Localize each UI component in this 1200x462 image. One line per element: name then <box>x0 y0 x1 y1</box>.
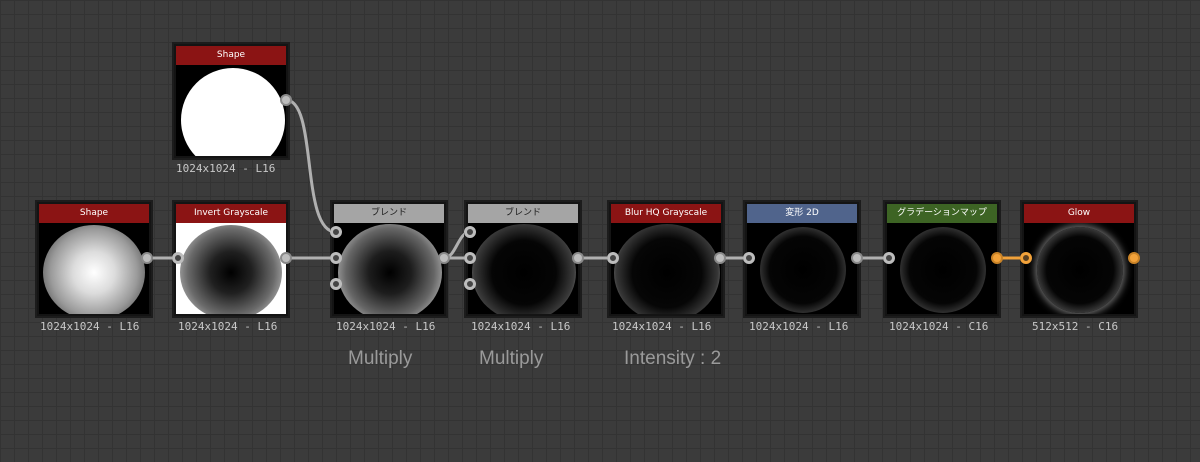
blend-node-1[interactable]: ブレンド <box>330 200 448 318</box>
node-title: 変形 2D <box>747 204 857 223</box>
input-port-background[interactable] <box>464 252 476 264</box>
node-title: ブレンド <box>468 204 578 223</box>
resolution-label: 1024x1024 - C16 <box>889 320 989 333</box>
node-thumbnail <box>176 65 286 156</box>
invert-grayscale-node[interactable]: Invert Grayscale <box>172 200 290 318</box>
input-port-background[interactable] <box>330 252 342 264</box>
resolution-label: 1024x1024 - L16 <box>178 320 278 333</box>
input-port[interactable] <box>1020 252 1032 264</box>
blend-node-2[interactable]: ブレンド <box>464 200 582 318</box>
wire-shape-top-to-blend1 <box>284 98 338 234</box>
comment-blend-mode: Multiply <box>348 348 413 369</box>
output-port[interactable] <box>1128 252 1140 264</box>
node-thumbnail <box>468 223 578 314</box>
output-port[interactable] <box>851 252 863 264</box>
node-thumbnail <box>747 223 857 314</box>
resolution-label: 1024x1024 - L16 <box>612 320 712 333</box>
output-port[interactable] <box>714 252 726 264</box>
node-thumbnail <box>887 223 997 314</box>
output-port[interactable] <box>572 252 584 264</box>
node-thumbnail <box>334 223 444 314</box>
node-title: Blur HQ Grayscale <box>611 204 721 223</box>
node-thumbnail <box>176 223 286 314</box>
output-port[interactable] <box>991 252 1003 264</box>
glow-node[interactable]: Glow <box>1020 200 1138 318</box>
output-port[interactable] <box>280 94 292 106</box>
resolution-label: 1024x1024 - L16 <box>40 320 140 333</box>
resolution-label: 1024x1024 - L16 <box>336 320 436 333</box>
blur-hq-grayscale-node[interactable]: Blur HQ Grayscale <box>607 200 725 318</box>
input-port-foreground[interactable] <box>464 226 476 238</box>
node-title: Shape <box>176 46 286 65</box>
node-title: Shape <box>39 204 149 223</box>
input-port-mask[interactable] <box>464 278 476 290</box>
output-port[interactable] <box>438 252 450 264</box>
input-port[interactable] <box>743 252 755 264</box>
comment-intensity: Intensity : 2 <box>624 348 722 369</box>
node-title: Glow <box>1024 204 1134 223</box>
input-port[interactable] <box>172 252 184 264</box>
gradient-map-node[interactable]: グラデーションマップ <box>883 200 1001 318</box>
output-port[interactable] <box>141 252 153 264</box>
node-thumbnail <box>1024 223 1134 314</box>
node-title: Invert Grayscale <box>176 204 286 223</box>
resolution-label: 512x512 - C16 <box>1032 320 1119 333</box>
resolution-label: 1024x1024 - L16 <box>749 320 849 333</box>
shape-top-node[interactable]: Shape <box>172 42 290 160</box>
input-port-mask[interactable] <box>330 278 342 290</box>
resolution-label: 1024x1024 - L16 <box>471 320 571 333</box>
input-port[interactable] <box>883 252 895 264</box>
input-port[interactable] <box>607 252 619 264</box>
input-port-foreground[interactable] <box>330 226 342 238</box>
resolution-label: 1024x1024 - L16 <box>176 162 276 175</box>
shape-node[interactable]: Shape <box>35 200 153 318</box>
node-thumbnail <box>611 223 721 314</box>
node-title: グラデーションマップ <box>887 204 997 223</box>
node-title: ブレンド <box>334 204 444 223</box>
node-thumbnail <box>39 223 149 314</box>
output-port[interactable] <box>280 252 292 264</box>
comment-blend-mode: Multiply <box>479 348 544 369</box>
transform-2d-node[interactable]: 変形 2D <box>743 200 861 318</box>
